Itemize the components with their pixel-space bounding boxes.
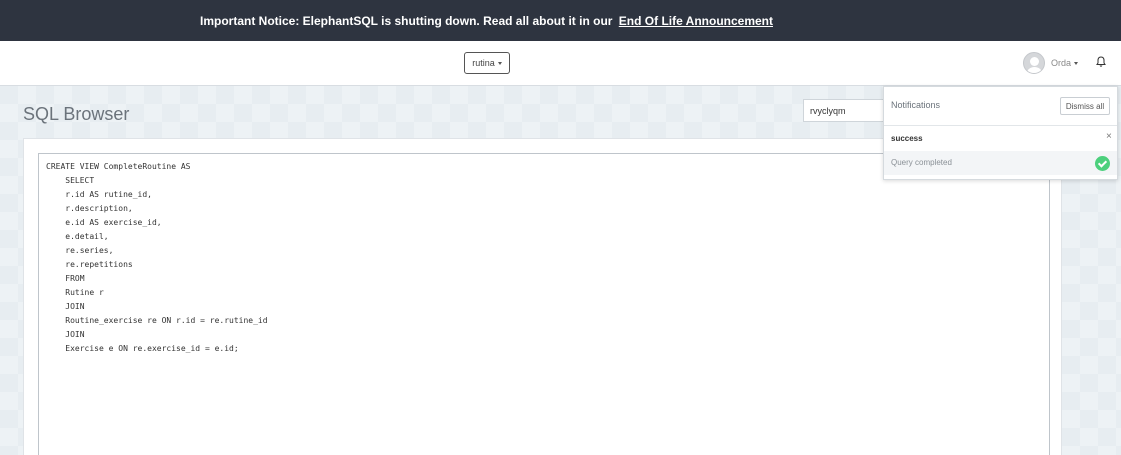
sql-editor[interactable]: CREATE VIEW CompleteRoutine AS SELECT r.… <box>38 153 1050 455</box>
notification-message: Query completed <box>891 158 952 167</box>
notification-body: Query completed <box>884 151 1117 175</box>
notifications-title: Notifications <box>891 100 941 110</box>
chevron-down-icon <box>1074 61 1079 65</box>
dismiss-all-button[interactable]: Dismiss all <box>1060 97 1110 115</box>
check-circle-icon <box>1095 156 1110 171</box>
avatar <box>1023 52 1045 74</box>
database-search-input[interactable] <box>803 99 893 122</box>
notifications-panel: Notifications Dismiss all success × Quer… <box>883 86 1118 180</box>
database-select[interactable]: rutina <box>464 52 510 74</box>
notifications-header: Notifications Dismiss all <box>884 87 1117 126</box>
notice-bar: Important Notice: ElephantSQL is shuttin… <box>0 0 1121 41</box>
database-select-label: rutina <box>472 58 495 68</box>
chevron-down-icon <box>497 61 502 65</box>
notification-item: success × Query completed <box>884 126 1117 180</box>
user-name: Orda <box>1051 58 1072 68</box>
notice-message: Important Notice: ElephantSQL is shuttin… <box>199 13 613 28</box>
user-menu[interactable]: Orda <box>1023 51 1079 75</box>
end-of-life-link[interactable]: End Of Life Announcement <box>619 14 773 28</box>
bell-icon[interactable] <box>1096 56 1106 68</box>
close-icon[interactable]: × <box>1106 131 1112 142</box>
notice-text: Important Notice: ElephantSQL is shuttin… <box>200 14 773 28</box>
notification-type: success <box>891 134 923 143</box>
top-navigation: rutina Orda <box>0 41 1121 86</box>
editor-card: CREATE VIEW CompleteRoutine AS SELECT r.… <box>23 138 1062 455</box>
page-title: SQL Browser <box>23 104 130 124</box>
